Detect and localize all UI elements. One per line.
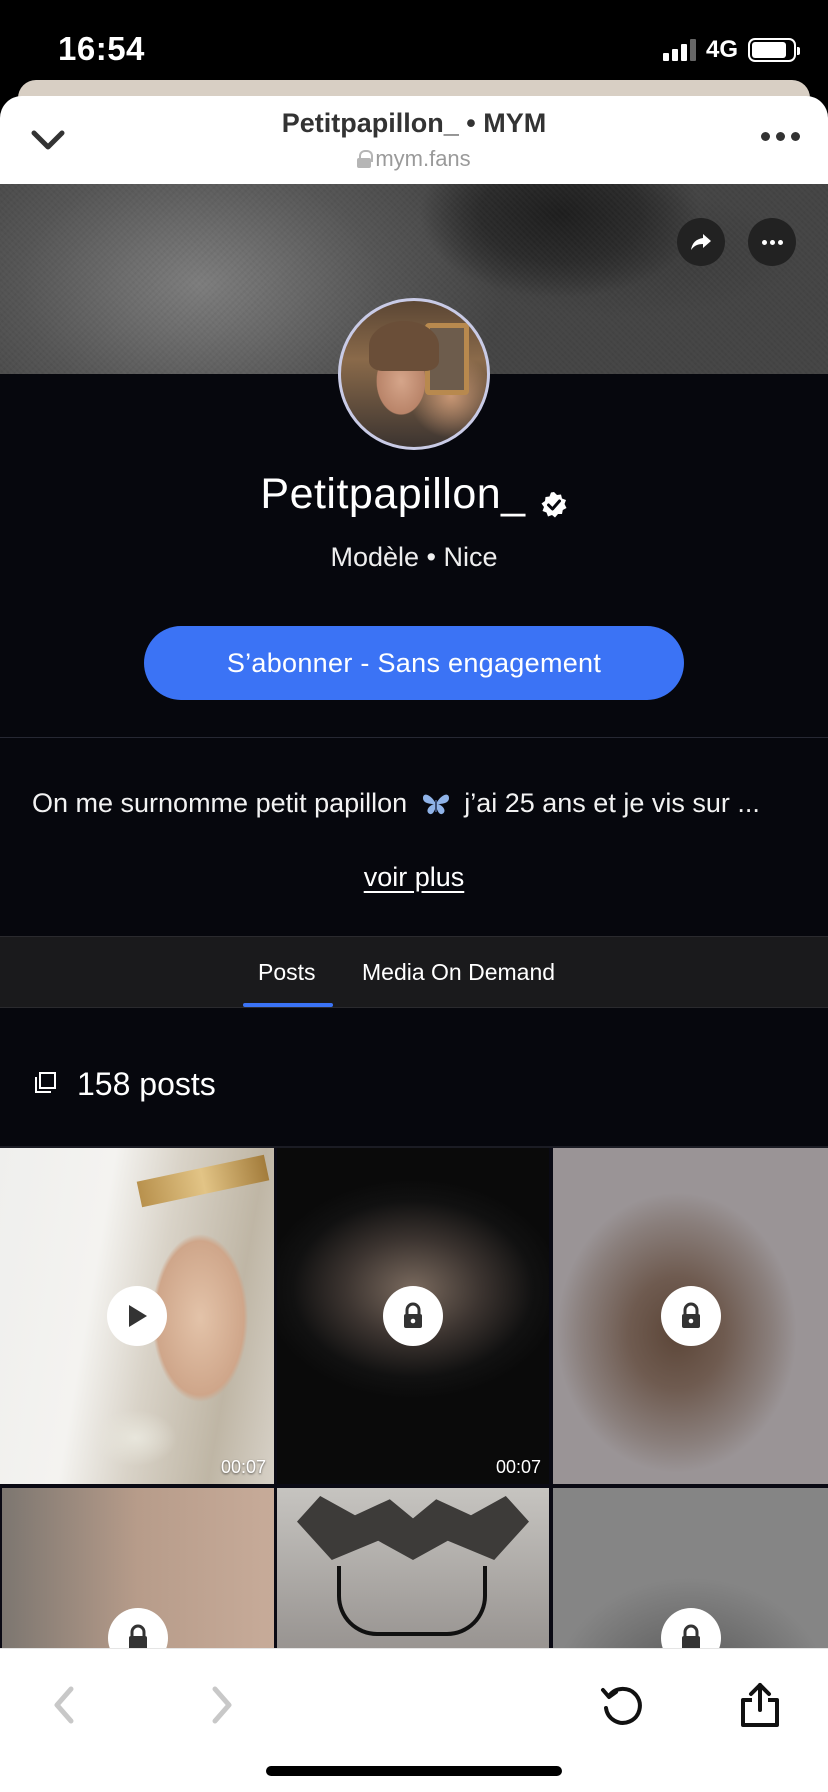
- see-more-link[interactable]: voir plus: [0, 862, 828, 893]
- share-icon[interactable]: [677, 218, 725, 266]
- status-indicators: 4G: [662, 36, 800, 64]
- subscribe-button[interactable]: S’abonner - Sans engagement: [144, 626, 684, 700]
- butterfly-icon: [421, 792, 451, 816]
- url-text: mym.fans: [375, 146, 471, 171]
- profile-name: Petitpapillon_: [0, 470, 828, 519]
- page-title: Petitpapillon_ • MYM: [281, 108, 547, 138]
- bio-section: On me surnomme petit papillon j’ai 25 an…: [0, 738, 828, 936]
- video-duration: 00:07: [495, 1457, 541, 1477]
- profile-name-text: Petitpapillon_: [260, 470, 526, 518]
- media-tile[interactable]: [277, 1488, 549, 1648]
- lock-icon: [357, 150, 374, 168]
- posts-count: 158 posts: [77, 1066, 216, 1102]
- tab-posts[interactable]: Posts: [258, 959, 316, 986]
- status-bar: 16:54 4G: [0, 0, 828, 80]
- lock-icon: [383, 1286, 443, 1346]
- status-time: 16:54: [58, 30, 145, 67]
- media-tile[interactable]: [553, 1148, 828, 1484]
- lock-icon: [660, 1608, 721, 1648]
- url-bar[interactable]: mym.fans: [0, 146, 828, 172]
- bio-text-end: j’ai 25 ans et je vis sur ...: [464, 788, 760, 818]
- reload-icon[interactable]: [594, 1677, 650, 1733]
- avatar[interactable]: [338, 298, 490, 450]
- active-tab-indicator: [243, 1003, 333, 1007]
- content-tabs: Posts Media On Demand: [0, 936, 828, 1008]
- tab-media-on-demand[interactable]: Media On Demand: [362, 959, 555, 986]
- lock-icon: [108, 1608, 168, 1648]
- lock-icon: [660, 1286, 721, 1346]
- more-icon[interactable]: [761, 132, 800, 141]
- profile-subtitle: Modèle • Nice: [330, 542, 498, 572]
- media-tile[interactable]: [2, 1488, 274, 1648]
- posts-header: 158 posts: [0, 1008, 828, 1148]
- video-duration: 00:07: [220, 1457, 266, 1477]
- verified-icon: [540, 481, 568, 517]
- back-icon[interactable]: [36, 1677, 92, 1733]
- posts-stack-icon: [34, 1072, 56, 1094]
- signal-icon: [662, 39, 696, 61]
- share-icon[interactable]: [732, 1677, 788, 1733]
- play-icon[interactable]: [107, 1286, 167, 1346]
- home-indicator[interactable]: [266, 1766, 562, 1776]
- media-grid: 00:07 00:07: [0, 1148, 828, 1648]
- more-icon[interactable]: [748, 218, 796, 266]
- bio-text-start: On me surnomme petit papillon: [32, 788, 408, 818]
- network-type: 4G: [705, 36, 738, 63]
- media-tile[interactable]: 00:07: [0, 1148, 274, 1484]
- battery-icon: [748, 38, 800, 62]
- forward-icon[interactable]: [194, 1677, 250, 1733]
- media-tile[interactable]: [553, 1488, 828, 1648]
- browser-header: Petitpapillon_ • MYM mym.fans: [0, 96, 828, 184]
- media-tile[interactable]: 00:07: [277, 1148, 549, 1484]
- bio-text: On me surnomme petit papillon j’ai 25 an…: [32, 788, 796, 819]
